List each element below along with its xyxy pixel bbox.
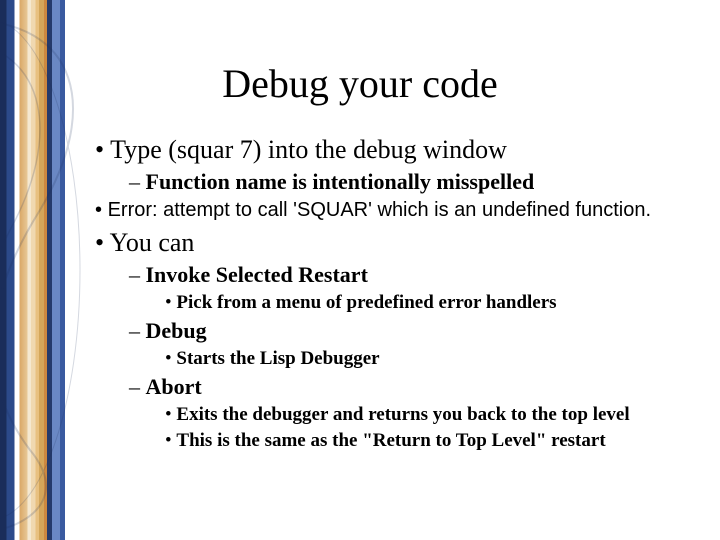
slide-title: Debug your code [40,60,680,107]
bullet-level1: Type (squar 7) into the debug window [95,135,680,165]
bullet-level2: Debug [129,318,680,344]
bullet-level3: Starts the Lisp Debugger [165,348,680,370]
bullet-list: Type (squar 7) into the debug window Fun… [95,135,680,452]
bullet-level3: This is the same as the "Return to Top L… [165,430,680,452]
bullet-level1: You can [95,228,680,258]
bullet-level2: Invoke Selected Restart [129,262,680,288]
bullet-level2: Abort [129,374,680,400]
bullet-level3: Pick from a menu of predefined error han… [165,292,680,314]
slide-body: Debug your code Type (squar 7) into the … [0,0,720,540]
bullet-level1-code: Error: attempt to call 'SQUAR' which is … [95,199,680,222]
bullet-level3: Exits the debugger and returns you back … [165,404,680,426]
bullet-level2: Function name is intentionally misspelle… [129,169,680,195]
